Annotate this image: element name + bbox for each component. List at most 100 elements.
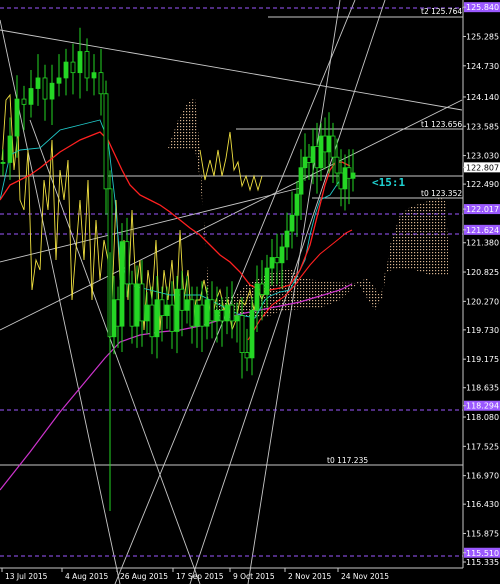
annotation-t2: t2 125.764 — [421, 7, 462, 16]
price-label: 115.510 — [466, 549, 499, 558]
candle-bull — [134, 283, 140, 327]
candle-bull — [214, 309, 220, 322]
price-label: 118.635 — [466, 384, 499, 393]
candle-bear — [209, 299, 215, 322]
price-label: 120.825 — [466, 268, 499, 277]
candle-bull — [63, 61, 69, 79]
price-label: 124.730 — [466, 62, 499, 71]
candle-bull — [310, 146, 316, 163]
candle-bear — [330, 135, 336, 158]
price-label: 123.030 — [466, 152, 499, 161]
candle-bear — [189, 299, 195, 327]
candle-bull — [111, 299, 117, 338]
ratio-label: <15:1 — [372, 176, 405, 189]
candle-bear — [84, 51, 90, 79]
price-label: 118.294 — [466, 402, 499, 411]
candle-bull — [184, 299, 190, 311]
price-label: 116.970 — [466, 472, 499, 481]
candle-bear — [139, 283, 145, 322]
candle-bull — [154, 299, 160, 338]
candle-bear — [169, 304, 175, 332]
candle-bull — [35, 77, 41, 89]
candle-bull — [350, 172, 356, 179]
candle-bull — [326, 135, 332, 153]
candle-bull — [174, 288, 180, 332]
candle-bull — [28, 88, 34, 105]
time-label: 9 Oct 2015 — [233, 572, 275, 581]
price-chart[interactable]: 125.840 125.285 124.730 124.140 123.585 123.0… — [0, 0, 500, 584]
price-label: 117.525 — [466, 442, 499, 451]
price-label: 120.270 — [466, 297, 499, 306]
candle-bull — [7, 135, 13, 163]
price-label: 116.430 — [466, 500, 499, 509]
candle-bull — [342, 167, 348, 190]
candle-bear — [219, 309, 225, 322]
candle-bull — [91, 72, 97, 79]
candle-bear — [322, 135, 328, 153]
time-label: 4 Aug 2015 — [65, 572, 108, 581]
price-label: 122.490 — [466, 180, 499, 189]
time-label: 13 Jul 2015 — [5, 572, 48, 581]
candle-bear — [346, 167, 352, 179]
time-label: 26 Aug 2015 — [120, 572, 168, 581]
candle-bear — [98, 72, 104, 95]
time-label: 24 Nov 2015 — [341, 572, 389, 581]
candle-bear — [21, 98, 27, 105]
candle-bull — [269, 257, 275, 269]
candle-bull — [254, 283, 260, 311]
candle-bear — [306, 156, 312, 163]
price-label: 119.730 — [466, 326, 499, 335]
candle-bear — [103, 93, 109, 190]
candle-bull — [294, 193, 300, 216]
candle-bull — [279, 246, 285, 264]
price-label: 123.585 — [466, 122, 499, 131]
candle-bear — [70, 61, 76, 74]
candle-bull — [77, 51, 83, 74]
price-label: 121.624 — [466, 226, 499, 235]
candle-bear — [259, 283, 265, 295]
candle-bear — [314, 146, 320, 169]
time-label: 2 Nov 2015 — [288, 572, 331, 581]
price-label: 115.335 — [466, 558, 499, 567]
candle-bull — [14, 98, 20, 137]
candle-bear — [159, 299, 165, 317]
candle-bull — [204, 299, 210, 327]
annotation-t0-upper: t0 123.352 — [421, 189, 462, 198]
candle-bull — [298, 167, 304, 195]
candle-bull — [49, 82, 55, 100]
candle-bear — [42, 77, 48, 100]
price-label: 121.380 — [466, 239, 499, 248]
candle-bull — [249, 309, 255, 359]
candle-bull — [164, 304, 170, 317]
candle-bull — [234, 315, 240, 322]
candle-bear — [115, 299, 121, 327]
candle-bear — [199, 304, 205, 327]
candle-bear — [229, 304, 235, 322]
candle-bull — [318, 135, 324, 169]
price-label: 122.017 — [466, 205, 499, 214]
candle-bull — [56, 77, 62, 84]
candle-bull — [0, 162, 6, 164]
price-label: 125.840 — [466, 3, 499, 12]
price-label: 115.875 — [466, 529, 499, 538]
candle-bull — [289, 214, 295, 232]
price-label: 118.080 — [466, 413, 499, 422]
candle-bull — [302, 156, 308, 169]
annotation-t1: t1 123.656 — [421, 120, 462, 129]
candle-bull — [284, 230, 290, 248]
price-label: 122.807 — [466, 163, 499, 172]
price-label: 119.175 — [466, 355, 499, 364]
price-label: 124.140 — [466, 93, 499, 102]
candle-bear — [179, 288, 185, 311]
candle-bull — [264, 267, 270, 295]
candle-bull — [144, 304, 150, 322]
candle-bear — [244, 352, 250, 359]
candle-bull — [119, 241, 125, 327]
candle-bull — [224, 304, 230, 322]
candle-bear — [338, 172, 344, 190]
candle-bear — [129, 283, 135, 327]
time-label: 17 Sep 2015 — [176, 572, 224, 581]
annotation-t0-lower: t0 117.235 — [327, 456, 368, 465]
candle-bear — [149, 304, 155, 338]
candle-bear — [239, 315, 245, 353]
